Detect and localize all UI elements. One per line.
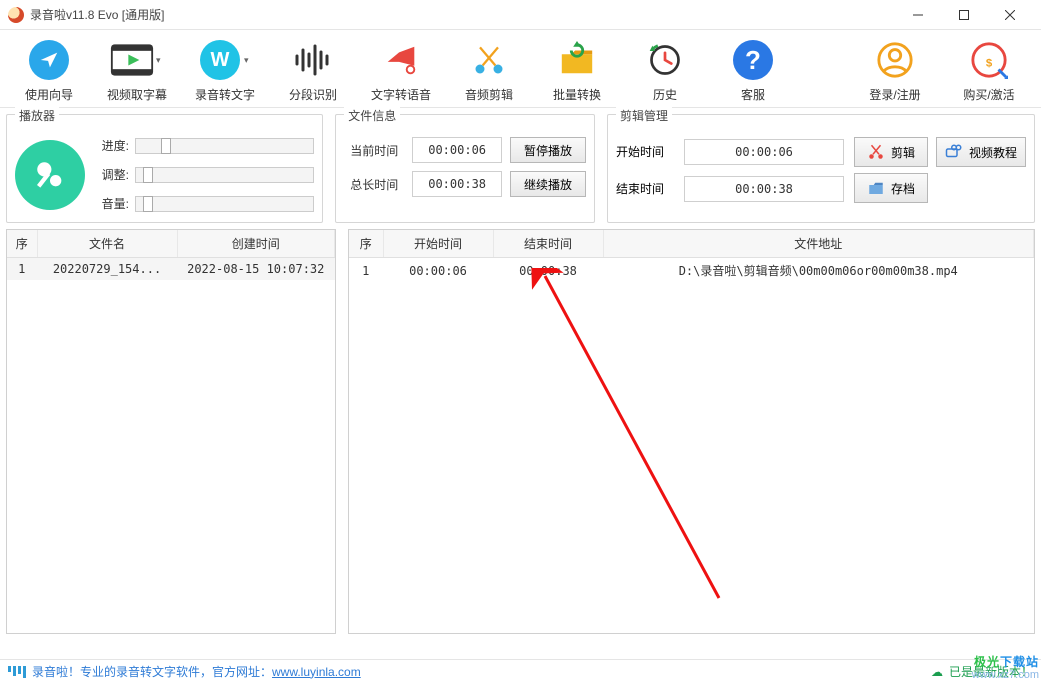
toolbar-guide[interactable]: 使用向导 [6, 36, 92, 103]
svg-text:$: $ [986, 58, 993, 70]
camera-icon [945, 143, 963, 161]
toolbar-buy[interactable]: $ 购买/激活 [943, 36, 1035, 103]
toolbar-batch[interactable]: 批量转换 [534, 36, 620, 103]
bars-icon [8, 666, 26, 678]
scissors-icon [867, 143, 885, 161]
player-panel: 播放器 进度: 调整: 音量: [6, 114, 323, 223]
window-title: 录音啦v11.8 Evo [通用版] [30, 6, 164, 23]
pause-button[interactable]: 暂停播放 [510, 137, 586, 163]
annotation-arrow [529, 268, 729, 608]
current-time-label: 当前时间 [344, 142, 404, 159]
progress-slider[interactable] [135, 138, 314, 154]
tutorial-button[interactable]: 视频教程 [936, 137, 1026, 167]
minimize-button[interactable] [895, 0, 941, 30]
toolbar: 使用向导 ▾ 视频取字幕 W ▾ 录音转文字 分段识别 文字转语音 [0, 30, 1041, 108]
cut-button[interactable]: 剪辑 [854, 137, 928, 167]
folder-refresh-icon [555, 38, 599, 82]
status-text: 录音啦！专业的录音转文字软件，官方网址： [32, 663, 272, 680]
current-time-value: 00:00:06 [412, 137, 502, 163]
film-icon [110, 38, 154, 82]
volume-label: 音量: [95, 195, 129, 212]
toolbar-guide-label: 使用向导 [25, 86, 73, 103]
clip-start-value: 00:00:06 [684, 139, 844, 165]
close-button[interactable] [987, 0, 1033, 30]
clip-start-label: 开始时间 [616, 143, 676, 160]
col-name: 文件名 [37, 230, 177, 258]
fileinfo-panel: 文件信息 当前时间 00:00:06 暂停播放 总长时间 00:00:38 继续… [335, 114, 595, 223]
toolbar-login-label: 登录/注册 [869, 86, 920, 103]
toolbar-tts[interactable]: 文字转语音 [358, 36, 444, 103]
maximize-button[interactable] [941, 0, 987, 30]
app-icon [8, 7, 24, 23]
toolbar-batch-label: 批量转换 [553, 86, 601, 103]
table-row[interactable]: 1 20220729_154... 2022-08-15 10:07:32 [7, 258, 335, 281]
toolbar-segment[interactable]: 分段识别 [270, 36, 356, 103]
cloud-check-icon: ☁ [931, 665, 943, 679]
titlebar: 录音啦v11.8 Evo [通用版] [0, 0, 1041, 30]
clock-icon [643, 38, 687, 82]
file-table[interactable]: 序 文件名 创建时间 1 20220729_154... 2022-08-15 … [6, 229, 336, 634]
col-path: 文件地址 [603, 230, 1034, 258]
player-legend: 播放器 [15, 107, 59, 124]
toolbar-history[interactable]: 历史 [622, 36, 708, 103]
toolbar-support[interactable]: ? 客服 [710, 36, 796, 103]
total-time-label: 总长时间 [344, 176, 404, 193]
toolbar-clip[interactable]: 音频剪辑 [446, 36, 532, 103]
toolbar-history-label: 历史 [653, 86, 677, 103]
volume-slider[interactable] [135, 196, 314, 212]
total-time-value: 00:00:38 [412, 171, 502, 197]
fileinfo-legend: 文件信息 [344, 107, 400, 124]
toolbar-support-label: 客服 [741, 86, 765, 103]
scissors-icon [467, 38, 511, 82]
col-end: 结束时间 [493, 230, 603, 258]
toolbar-subtitle[interactable]: ▾ 视频取字幕 [94, 36, 180, 103]
toolbar-buy-label: 购买/激活 [963, 86, 1014, 103]
statusbar: 录音啦！专业的录音转文字软件，官方网址： www.luyinla.com ☁ 已… [0, 659, 1041, 683]
question-icon: ? [733, 40, 773, 80]
user-icon [873, 38, 917, 82]
clipmgr-legend: 剪辑管理 [616, 107, 672, 124]
chevron-down-icon: ▾ [244, 55, 252, 66]
progress-label: 进度: [95, 137, 129, 154]
folder-icon [867, 179, 885, 197]
table-row[interactable]: 1 00:00:06 00:00:38 D:\录音啦\剪辑音频\00m00m06… [349, 258, 1034, 284]
col-seq: 序 [7, 230, 37, 258]
toolbar-clip-label: 音频剪辑 [465, 86, 513, 103]
resume-button[interactable]: 继续播放 [510, 171, 586, 197]
col-start: 开始时间 [383, 230, 493, 258]
speed-slider[interactable] [135, 167, 314, 183]
compass-icon [29, 40, 69, 80]
chevron-down-icon: ▾ [156, 55, 164, 66]
archive-button[interactable]: 存档 [854, 173, 928, 203]
clip-end-label: 结束时间 [616, 180, 676, 197]
clip-end-value: 00:00:38 [684, 176, 844, 202]
speed-label: 调整: [95, 166, 129, 183]
dollar-icon: $ [967, 38, 1011, 82]
toolbar-rec2text-label: 录音转文字 [195, 86, 255, 103]
col-ctime: 创建时间 [177, 230, 335, 258]
play-button[interactable] [15, 140, 85, 210]
status-latest: 已是最新版本！ [949, 663, 1033, 680]
toolbar-login[interactable]: 登录/注册 [849, 36, 941, 103]
waveform-icon [291, 38, 335, 82]
clipmgr-panel: 剪辑管理 开始时间 00:00:06 结束时间 00:00:38 剪辑 视频教程 [607, 114, 1035, 223]
col-seq: 序 [349, 230, 383, 258]
toolbar-tts-label: 文字转语音 [371, 86, 431, 103]
toolbar-segment-label: 分段识别 [289, 86, 337, 103]
clip-table[interactable]: 序 开始时间 结束时间 文件地址 1 00:00:06 00:00:38 D:\… [348, 229, 1035, 634]
toolbar-subtitle-label: 视频取字幕 [107, 86, 167, 103]
status-link[interactable]: www.luyinla.com [272, 665, 361, 679]
toolbar-rec2text[interactable]: W ▾ 录音转文字 [182, 36, 268, 103]
megaphone-icon [379, 38, 423, 82]
letter-w-icon: W [200, 40, 240, 80]
